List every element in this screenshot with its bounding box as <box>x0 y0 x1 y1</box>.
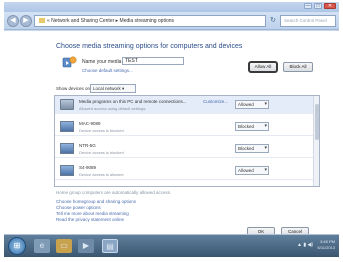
clock[interactable]: 3:45 PM 6/11/2013 <box>318 239 336 251</box>
access-select[interactable]: Blocked <box>235 122 269 131</box>
taskbar: ⊞ e ▭ ▶ ▤ ▲ ▮ ◀) 3:45 PM 6/11/2013 <box>4 235 339 257</box>
computer-icon <box>60 143 74 154</box>
access-select[interactable]: Allowed <box>235 100 269 109</box>
scrollbar-thumb[interactable] <box>315 104 319 140</box>
content-pane: Choose media streaming options for compu… <box>4 31 339 237</box>
list-item[interactable]: S4-9089 Device access is allowed Allowed <box>55 162 315 180</box>
device-name: NTR-5G <box>79 143 96 148</box>
maximize-button[interactable]: □ <box>314 3 322 9</box>
folder-icon[interactable]: ▭ <box>56 239 72 253</box>
device-status: Allowed access using default settings. <box>79 106 147 111</box>
device-status: Device access is blocked <box>79 150 124 155</box>
show-devices-label: Show devices on: <box>56 86 92 91</box>
privacy-statement-link[interactable]: Read the privacy statement online <box>56 217 136 223</box>
minimize-button[interactable]: — <box>304 3 312 9</box>
navigation-bar: ◀ ▶ « Network and Sharing Center ▸ Media… <box>4 12 339 30</box>
title-bar: — □ ✕ <box>4 2 339 12</box>
address-bar[interactable]: « Network and Sharing Center ▸ Media str… <box>34 15 266 27</box>
control-panel-task-icon[interactable]: ▤ <box>102 239 118 253</box>
device-status: Device access is blocked <box>79 128 124 133</box>
allow-all-button[interactable]: Allow All <box>248 61 278 73</box>
choose-default-link[interactable]: Choose default settings... <box>82 68 133 73</box>
device-name: MAC-9089 <box>79 121 101 126</box>
device-name: Media programs on this PC and remote con… <box>79 99 187 104</box>
breadcrumb: « Network and Sharing Center ▸ Media str… <box>47 18 175 24</box>
page-title: Choose media streaming options for compu… <box>56 43 243 50</box>
media-library-icon <box>60 99 74 110</box>
internet-explorer-icon[interactable]: e <box>34 239 50 253</box>
list-item[interactable]: Media programs on this PC and remote con… <box>55 96 315 114</box>
screen: — □ ✕ ◀ ▶ « Network and Sharing Center ▸… <box>4 2 339 257</box>
computer-icon <box>60 165 74 176</box>
homegroup-note: Home group computers are automatically a… <box>56 190 172 195</box>
block-all-button[interactable]: Block All <box>283 62 313 72</box>
device-name: S4-9089 <box>79 165 97 170</box>
access-select[interactable]: Allowed <box>235 166 269 175</box>
list-item[interactable]: MAC-9089 Device access is blocked Blocke… <box>55 118 315 136</box>
customize-link[interactable]: Customize... <box>203 99 228 104</box>
forward-button[interactable]: ▶ <box>20 15 32 27</box>
device-status: Device access is allowed <box>79 172 124 177</box>
library-name-field[interactable]: TEST <box>122 57 184 65</box>
start-button[interactable]: ⊞ <box>8 237 26 255</box>
show-devices-select[interactable]: Local network ▾ <box>90 84 136 93</box>
refresh-icon[interactable]: ↻ <box>268 15 278 27</box>
media-library-icon <box>62 56 77 68</box>
control-panel-icon <box>39 18 45 24</box>
device-list: Media programs on this PC and remote con… <box>54 95 320 187</box>
back-button[interactable]: ◀ <box>7 15 19 27</box>
system-tray[interactable]: ▲ ▮ ◀) <box>297 242 313 248</box>
search-input[interactable]: Search Control Panel <box>280 15 336 27</box>
access-select[interactable]: Blocked <box>235 144 269 153</box>
list-item[interactable]: NTR-5G Device access is blocked Blocked <box>55 140 315 158</box>
related-links: Choose homegroup and sharing options Cho… <box>56 199 136 223</box>
close-button[interactable]: ✕ <box>324 3 336 9</box>
window-controls: — □ ✕ <box>304 3 336 9</box>
scrollbar[interactable] <box>313 96 319 186</box>
media-player-icon[interactable]: ▶ <box>78 239 94 253</box>
clock-date: 6/11/2013 <box>317 245 336 250</box>
computer-icon <box>60 121 74 132</box>
